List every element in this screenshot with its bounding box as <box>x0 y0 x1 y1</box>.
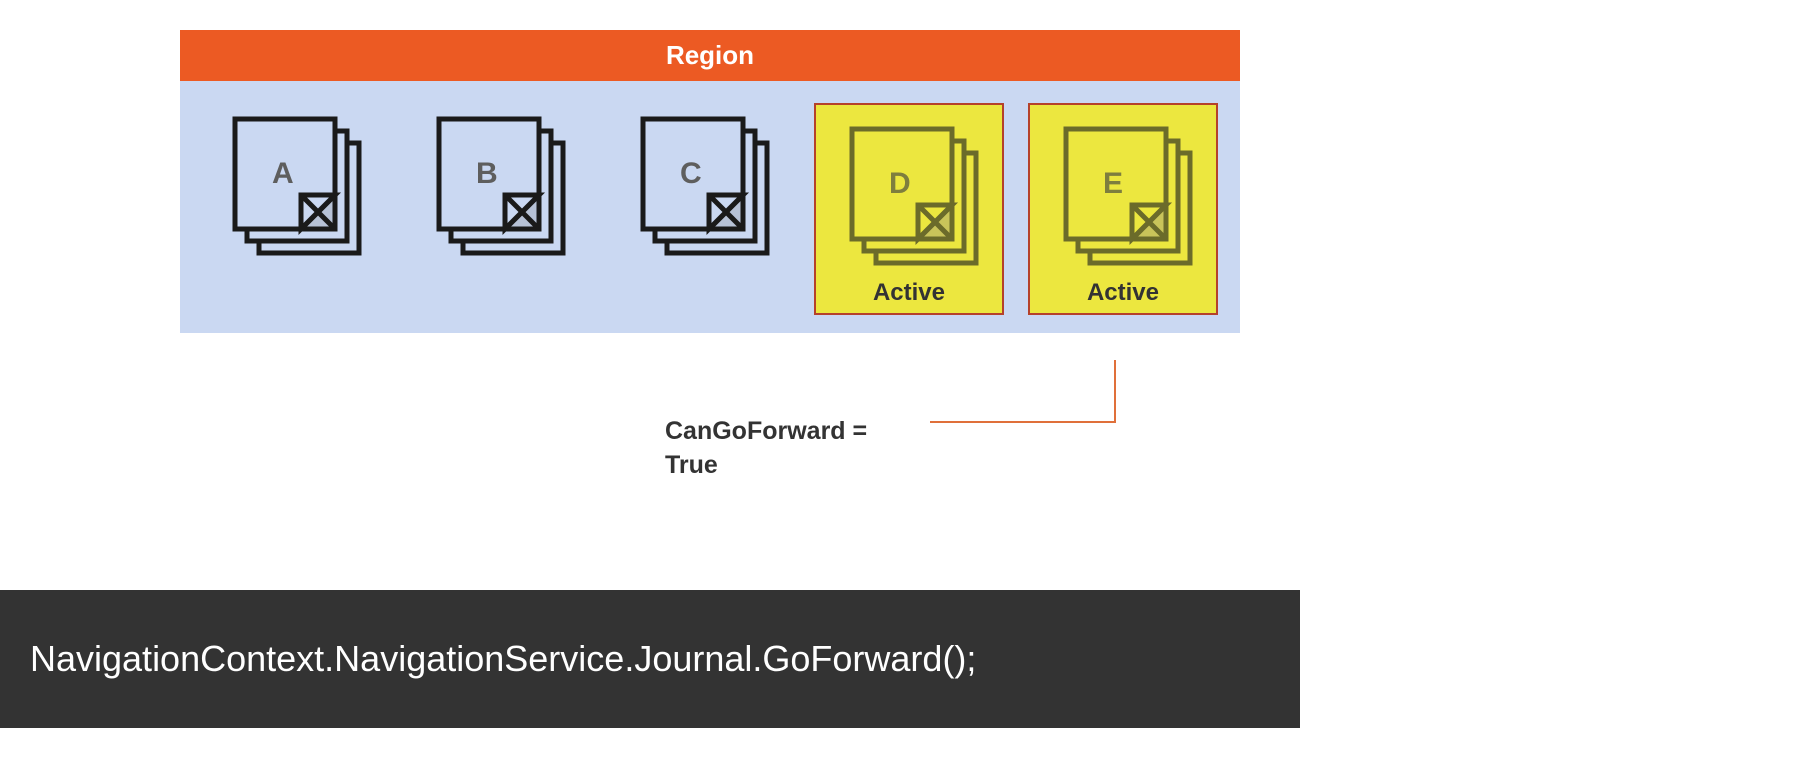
stack-letter: B <box>476 157 498 190</box>
stack-letter: C <box>680 157 702 190</box>
region-title: Region <box>666 40 754 70</box>
region-container: Region A <box>180 30 1240 333</box>
region-body: A B <box>180 81 1240 333</box>
pages-icon: E <box>1048 113 1198 273</box>
stack-letter: D <box>889 167 911 200</box>
pages-icon: D <box>834 113 984 273</box>
annotation-line2: True <box>665 451 718 479</box>
annotation-text: CanGoForward = True <box>665 415 925 483</box>
annotation-line1: CanGoForward = <box>665 417 867 445</box>
pages-icon: B <box>421 103 571 263</box>
active-label: Active <box>1034 279 1212 307</box>
code-text: NavigationContext.NavigationService.Jour… <box>30 638 976 679</box>
region-header: Region <box>180 30 1240 81</box>
diagram-canvas: Region A <box>0 0 1799 780</box>
active-label: Active <box>820 279 998 307</box>
code-snippet: NavigationContext.NavigationService.Jour… <box>0 590 1300 728</box>
view-stack-b: B <box>406 103 586 263</box>
view-stack-a: A <box>202 103 382 263</box>
view-stack-c: C <box>610 103 790 263</box>
pages-icon: A <box>217 103 367 263</box>
view-stack-d-active: D Active <box>814 103 1004 315</box>
stack-letter: A <box>272 157 294 190</box>
callout-line-icon <box>920 360 1120 440</box>
stack-letter: E <box>1103 167 1123 200</box>
pages-icon: C <box>625 103 775 263</box>
view-stack-e-active: E Active <box>1028 103 1218 315</box>
